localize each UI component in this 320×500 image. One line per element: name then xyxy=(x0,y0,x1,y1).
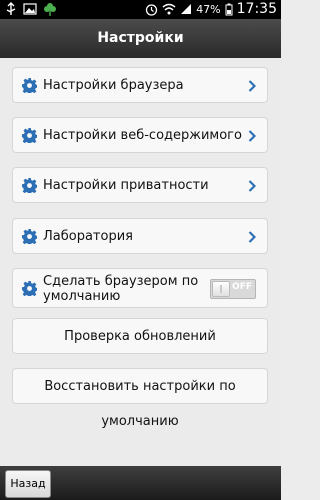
page-title: Настройки xyxy=(97,30,184,46)
privacy-settings-label: Настройки приватности xyxy=(43,178,209,193)
image-icon xyxy=(23,3,37,15)
chevron-right-icon xyxy=(248,231,256,243)
clover-icon xyxy=(44,3,56,16)
clock-time: 17:35 xyxy=(236,1,277,17)
chevron-right-icon xyxy=(248,180,256,192)
restore-defaults-button[interactable]: Восстановить настройки по умолчанию xyxy=(12,368,268,429)
usb-icon xyxy=(6,2,16,15)
status-bar: 47% 17:35 xyxy=(0,0,281,19)
alarm-icon xyxy=(146,3,158,16)
check-updates-label: Проверка обновлений xyxy=(64,329,216,344)
chevron-right-icon xyxy=(248,130,256,142)
default-browser-item[interactable]: Сделать браузером по умолчанию OFF xyxy=(12,268,268,308)
default-browser-toggle[interactable]: OFF xyxy=(210,279,256,299)
chevron-right-icon xyxy=(248,80,256,92)
wifi-icon xyxy=(162,3,176,15)
web-content-settings-item[interactable]: Настройки веб-содержимого xyxy=(12,117,268,153)
gear-icon xyxy=(22,281,37,296)
gear-icon xyxy=(22,78,37,93)
gear-icon xyxy=(22,128,37,143)
default-browser-label: Сделать браузером по умолчанию xyxy=(43,274,199,304)
signal-icon xyxy=(181,4,192,14)
battery-percent: 47% xyxy=(196,2,221,16)
laboratory-item[interactable]: Лаборатория xyxy=(12,218,268,254)
settings-list: Настройки браузера Настройки веб-содержи… xyxy=(0,58,281,466)
check-updates-button[interactable]: Проверка обновлений xyxy=(12,318,268,354)
bottom-bar: Назад xyxy=(0,466,281,500)
browser-settings-label: Настройки браузера xyxy=(43,78,184,93)
restore-defaults-label: Восстановить настройки по умолчанию xyxy=(44,379,236,429)
laboratory-label: Лаборатория xyxy=(43,229,133,244)
toggle-state-label: OFF xyxy=(232,282,252,292)
gear-icon xyxy=(22,229,37,244)
browser-settings-item[interactable]: Настройки браузера xyxy=(12,67,268,103)
privacy-settings-item[interactable]: Настройки приватности xyxy=(12,167,268,203)
web-content-settings-label: Настройки веб-содержимого xyxy=(43,128,242,143)
battery-icon xyxy=(225,3,233,15)
back-button[interactable]: Назад xyxy=(5,470,51,498)
gear-icon xyxy=(22,178,37,193)
toggle-knob[interactable] xyxy=(212,281,230,297)
title-bar: Настройки xyxy=(0,19,281,58)
